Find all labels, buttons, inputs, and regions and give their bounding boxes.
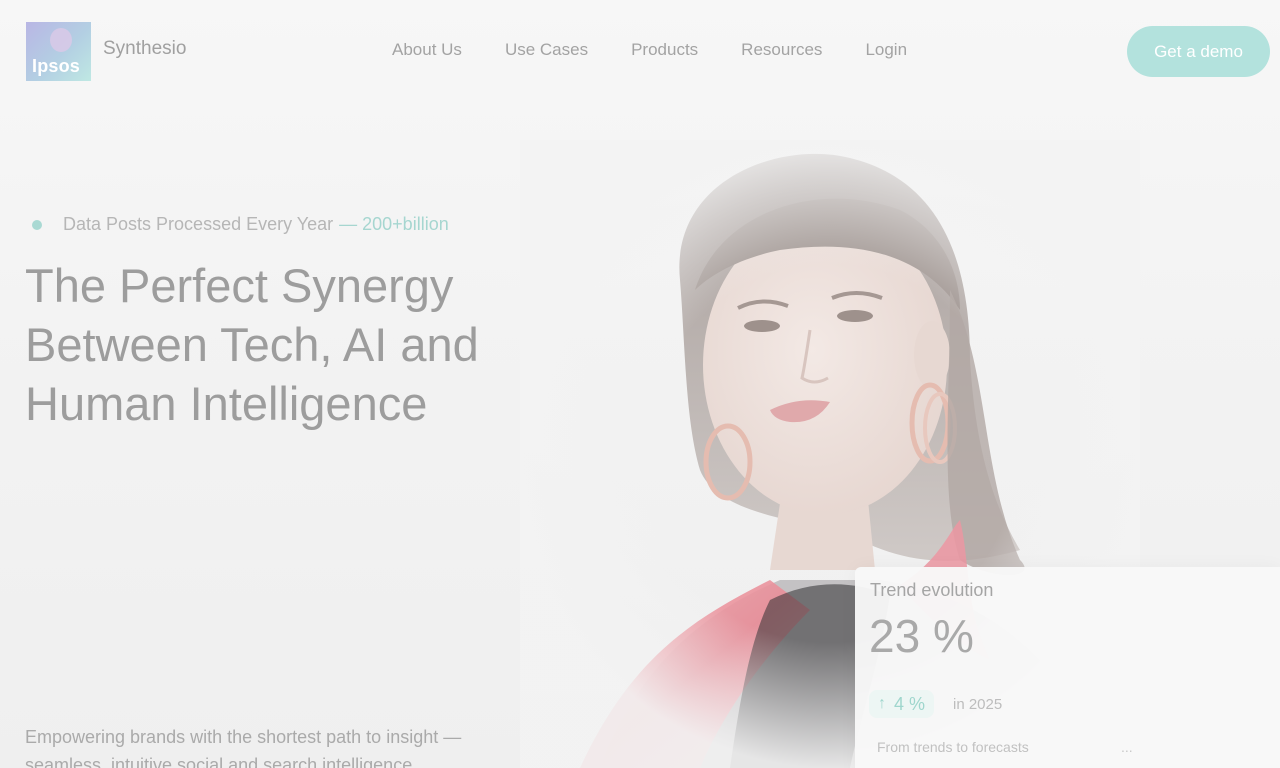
hero-subtitle-line: seamless, intuitive social and search in… [25, 755, 418, 768]
logo-blob-icon [50, 28, 72, 52]
trend-change-value: 4 % [894, 693, 926, 714]
brand-logo[interactable]: Ipsos Synthesio [26, 22, 186, 81]
trend-change-badge: ↑ 4 % [869, 690, 935, 718]
hero-title-line: Human Intelligence [25, 377, 428, 430]
more-options-icon[interactable]: ... [1121, 739, 1133, 755]
ipsos-logo-mark: Ipsos [26, 22, 91, 81]
hero-subtitle-line: Empowering brands with the shortest path… [25, 727, 462, 747]
nav-item-resources[interactable]: Resources [741, 40, 822, 60]
bullet-dot-icon [32, 219, 42, 230]
trend-evolution-card: Trend evolution 23 % ↑ 4 % in 2025 From … [855, 567, 1280, 768]
hero-eyebrow: Data Posts Processed Every Year — 200+bi… [32, 214, 449, 235]
nav-item-use-cases[interactable]: Use Cases [505, 40, 588, 60]
arrow-up-icon: ↑ [878, 695, 886, 712]
main-nav: About Us Use Cases Products Resources Lo… [392, 40, 907, 60]
nav-item-login[interactable]: Login [865, 40, 907, 60]
trend-card-footer: From trends to forecasts [877, 739, 1029, 755]
nav-item-products[interactable]: Products [631, 40, 698, 60]
brand-name: Synthesio [103, 37, 187, 59]
site-header: Ipsos Synthesio About Us Use Cases Produ… [0, 0, 1280, 100]
hero-title: The Perfect Synergy Between Tech, AI and… [25, 256, 585, 433]
get-a-demo-button[interactable]: Get a demo [1127, 26, 1270, 77]
trend-period: in 2025 [953, 696, 1003, 713]
trend-card-value: 23 % [869, 610, 974, 662]
eyebrow-text: Data Posts Processed Every Year [63, 214, 334, 234]
hero-title-line: Between Tech, AI and [25, 318, 479, 371]
landing-page: Ipsos Synthesio About Us Use Cases Produ… [0, 0, 1280, 768]
trend-card-title: Trend evolution [870, 580, 994, 600]
logo-mark-text: Ipsos [32, 56, 81, 76]
hero-subtitle: Empowering brands with the shortest path… [25, 723, 545, 768]
eyebrow-accent: — 200+billion [339, 214, 449, 234]
nav-item-about-us[interactable]: About Us [392, 40, 462, 60]
hero-title-line: The Perfect Synergy [25, 259, 454, 312]
